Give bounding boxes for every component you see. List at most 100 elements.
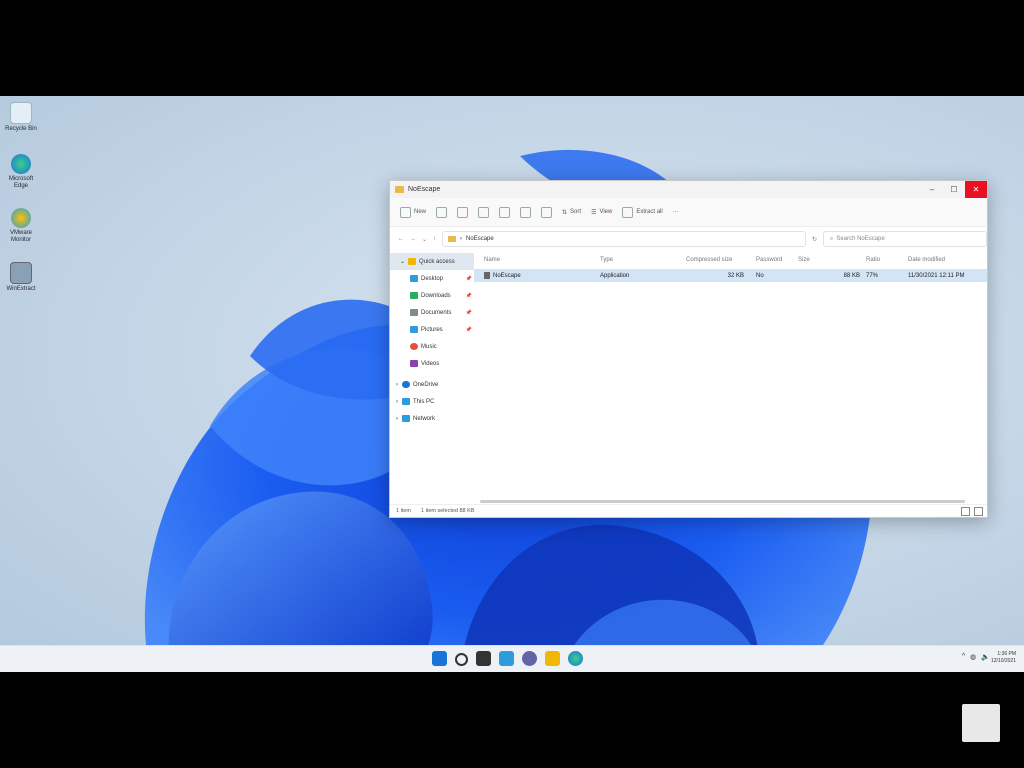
- nav-this-pc[interactable]: › This PC: [390, 393, 474, 410]
- folder-icon: [395, 186, 404, 193]
- chevron-up-icon[interactable]: ^: [962, 653, 965, 661]
- network-icon: [402, 415, 410, 422]
- horizontal-scrollbar[interactable]: [480, 500, 965, 503]
- pin-icon: 📌: [465, 326, 472, 333]
- chevron-down-icon: ⌄: [400, 259, 406, 265]
- minimize-button[interactable]: –: [921, 181, 943, 198]
- forward-icon[interactable]: →: [410, 236, 416, 242]
- pin-icon: 📌: [465, 292, 472, 299]
- documents-icon: [410, 309, 418, 316]
- computer-icon: [402, 398, 410, 405]
- desktop-icon-edge[interactable]: Microsoft Edge: [4, 154, 38, 190]
- recycle-bin-icon: [10, 102, 32, 124]
- file-row[interactable]: NoEscape Application 32 KB No 88 KB 77% …: [474, 269, 987, 282]
- star-icon: [408, 258, 417, 265]
- app-icon: [10, 262, 32, 284]
- more-button[interactable]: ···: [673, 209, 679, 215]
- application-icon: [484, 272, 490, 279]
- column-header-date-modified[interactable]: Date modified: [908, 257, 987, 263]
- refresh-icon[interactable]: ↻: [812, 236, 817, 243]
- back-icon[interactable]: ←: [398, 236, 404, 242]
- close-button[interactable]: ✕: [965, 181, 987, 198]
- explorer-window: NoEscape – ☐ ✕ New ⇅ Sort ☰ View Extract a…: [389, 180, 988, 518]
- maximize-button[interactable]: ☐: [943, 181, 965, 198]
- file-list: Name Type Compressed size Password Size …: [474, 251, 987, 505]
- window-title: NoEscape: [408, 186, 441, 193]
- details-view-icon[interactable]: [961, 506, 970, 516]
- search-input[interactable]: ⌕ Search NoEscape: [823, 231, 987, 247]
- start-icon[interactable]: [432, 651, 447, 666]
- view-button[interactable]: ☰ View: [591, 209, 612, 216]
- cut-icon[interactable]: [436, 206, 448, 218]
- nav-videos[interactable]: Videos: [390, 355, 474, 372]
- nav-pictures[interactable]: Pictures 📌: [390, 321, 474, 338]
- column-header-type[interactable]: Type: [600, 257, 686, 263]
- desktop-icon: [410, 275, 418, 282]
- paste-icon[interactable]: [478, 206, 490, 218]
- rename-icon[interactable]: [499, 206, 511, 218]
- address-bar[interactable]: › NoEscape: [442, 231, 807, 247]
- pin-icon: 📌: [465, 309, 472, 316]
- desktop: Recycle Bin Microsoft Edge VMware Monito…: [0, 96, 1024, 672]
- navigation-pane: ⌄ Quick access Desktop 📌 Downloads 📌 Docum…: [390, 251, 474, 505]
- downloads-icon: [410, 292, 418, 299]
- file-explorer-icon[interactable]: [545, 651, 560, 666]
- edge-icon[interactable]: [568, 651, 583, 666]
- task-view-icon[interactable]: [476, 651, 491, 666]
- videos-icon: [410, 360, 418, 367]
- title-bar[interactable]: NoEscape – ☐ ✕: [390, 181, 987, 198]
- share-icon[interactable]: [520, 206, 532, 218]
- column-header-size[interactable]: Size: [798, 257, 866, 263]
- chevron-right-icon: ›: [396, 415, 398, 422]
- view-icon: ☰: [591, 209, 597, 216]
- cloud-icon: [402, 381, 410, 388]
- volume-icon[interactable]: 🔈: [981, 653, 990, 661]
- desktop-icon-winextract[interactable]: WinExtract: [4, 262, 38, 293]
- windows-logo-icon: [962, 704, 1000, 742]
- chevron-right-icon: ›: [396, 398, 398, 405]
- breadcrumb: NoEscape: [466, 236, 494, 242]
- new-icon: [400, 206, 411, 218]
- nav-onedrive[interactable]: › OneDrive: [390, 376, 474, 393]
- sort-button[interactable]: ⇅ Sort: [562, 209, 581, 216]
- folder-icon: [448, 236, 457, 242]
- nav-documents[interactable]: Documents 📌: [390, 304, 474, 321]
- selection-info: 1 item selected 88 KB: [420, 508, 475, 514]
- edge-icon: [11, 154, 31, 174]
- vmware-icon: [11, 208, 31, 228]
- desktop-icon-vmware[interactable]: VMware Monitor: [4, 208, 38, 244]
- chevron-down-icon[interactable]: ⌄: [422, 236, 427, 243]
- column-headers: Name Type Compressed size Password Size …: [474, 251, 987, 269]
- column-header-compressed-size[interactable]: Compressed size: [686, 257, 756, 263]
- widgets-icon[interactable]: [499, 651, 514, 666]
- copy-icon[interactable]: [457, 206, 469, 218]
- column-header-name[interactable]: Name: [474, 257, 600, 263]
- search-icon[interactable]: [455, 653, 468, 666]
- nav-downloads[interactable]: Downloads 📌: [390, 287, 474, 304]
- delete-icon[interactable]: [541, 206, 553, 218]
- nav-quick-access[interactable]: ⌄ Quick access: [390, 253, 474, 270]
- chevron-right-icon: ›: [396, 381, 398, 388]
- extract-all-button[interactable]: Extract all: [622, 206, 663, 218]
- sort-icon: ⇅: [562, 209, 568, 216]
- tiles-view-icon[interactable]: [974, 506, 983, 516]
- clock[interactable]: 1:36 PM 12/10/2021: [991, 651, 1016, 665]
- music-icon: [410, 343, 418, 350]
- up-icon[interactable]: ↑: [433, 236, 436, 242]
- status-bar: 1 item 1 item selected 88 KB: [390, 504, 987, 517]
- chat-icon[interactable]: [522, 651, 537, 666]
- new-button[interactable]: New: [400, 206, 426, 218]
- pin-icon: 📌: [465, 275, 472, 282]
- address-row: ← → ⌄ ↑ › NoEscape ↻ ⌕ Search NoEscape: [390, 227, 987, 251]
- item-count: 1 item: [396, 508, 411, 514]
- nav-desktop[interactable]: Desktop 📌: [390, 270, 474, 287]
- column-header-password[interactable]: Password: [756, 257, 798, 263]
- desktop-icon-recycle-bin[interactable]: Recycle Bin: [4, 102, 38, 133]
- command-bar: New ⇅ Sort ☰ View Extract all ···: [390, 198, 987, 227]
- search-icon: ⌕: [830, 235, 834, 242]
- network-icon[interactable]: ◍: [970, 653, 976, 661]
- column-header-ratio[interactable]: Ratio: [866, 257, 908, 263]
- system-tray: ^ ◍ 🔈: [962, 653, 990, 661]
- nav-network[interactable]: › Network: [390, 410, 474, 427]
- nav-music[interactable]: Music: [390, 338, 474, 355]
